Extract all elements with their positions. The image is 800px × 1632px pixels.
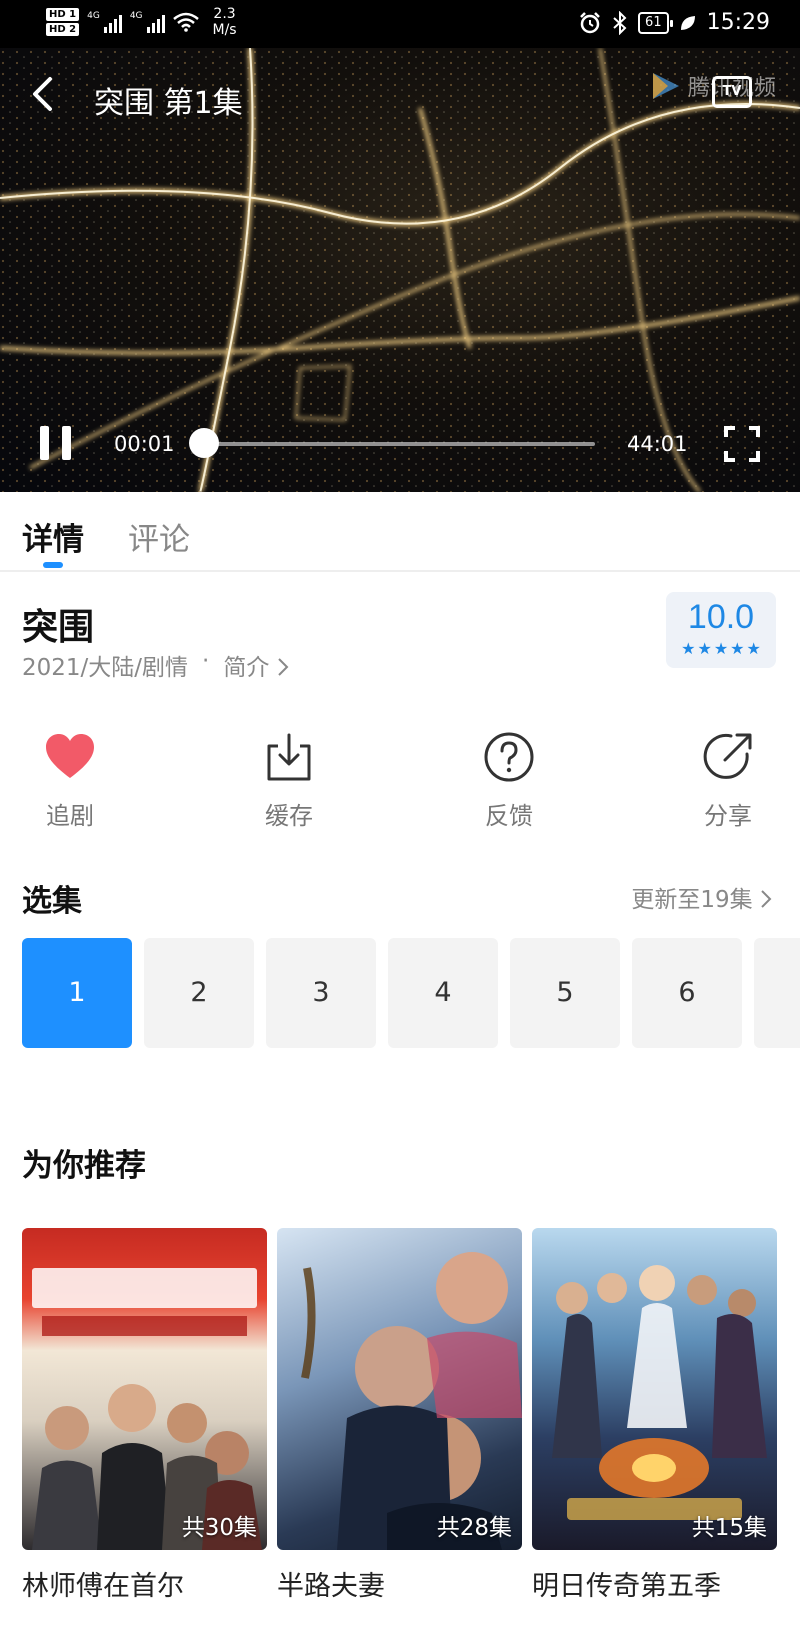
episode-selector: 1 2 3 4 5 6 [22,938,800,1050]
episodes-update-text: 更新至19集 [631,887,753,913]
status-bar: HD 1 HD 2 4G 4G 2.3 M/s 61 15:29 [0,0,800,48]
speed-unit: M/s [212,22,237,38]
recommendation-card[interactable]: 共28集 半路夫妻 [277,1228,522,1603]
star-icon: ★ [713,639,729,658]
progress-knob[interactable] [189,428,219,458]
download-icon [267,733,311,781]
recommendation-title: 明日传奇第五季 [532,1571,721,1602]
video-player[interactable]: 突围 第1集 腾讯视频 TV 00:01 44:01 [0,48,800,492]
back-button[interactable] [30,76,70,116]
battery-icon: 61 [638,11,673,34]
poster-image: 共15集 [532,1228,777,1550]
follow-label: 追剧 [46,802,94,830]
tab-comments[interactable]: 评论 [128,514,190,559]
question-icon [484,732,534,782]
share-icon [703,733,752,779]
network-speed: 2.3 M/s [213,6,237,38]
star-icon: ★ [681,639,696,658]
action-bar: 追剧 缓存 反馈 分享 [0,730,800,830]
fullscreen-button[interactable] [724,426,760,462]
intro-link[interactable]: 简介 [223,648,289,682]
share-label: 分享 [704,802,752,830]
network-type-1: 4G [87,11,100,21]
show-title: 突围 [22,607,95,648]
hd-indicator: HD 1 HD 2 [46,8,80,36]
star-icon: ★ [746,639,761,658]
wifi-icon [172,12,199,32]
rating-score: 10.0 [687,598,755,636]
hd2-badge: HD 2 [46,23,80,36]
hd1-badge: HD 1 [46,8,80,21]
leaf-icon [680,15,695,30]
fullscreen-icon [724,426,760,462]
poster-art [552,1265,767,1520]
episode-count: 共30集 [181,1515,257,1541]
episode-button[interactable]: 3 [266,938,376,1048]
episode-button-partial[interactable] [754,938,800,1048]
current-time: 00:01 [114,432,175,456]
intro-link-label: 简介 [223,655,270,681]
cast-tv-button[interactable]: TV [712,76,752,108]
episode-count: 共28集 [436,1515,512,1541]
recommendations-heading: 为你推荐 [22,1148,146,1184]
meta-separator: · [202,648,210,674]
recommendation-card[interactable]: 共15集 明日传奇第五季 [532,1228,777,1603]
signal-icon: 4G [87,11,122,33]
download-label: 缓存 [265,802,313,830]
episode-button[interactable]: 6 [632,938,742,1048]
speed-value: 2.3 [213,6,236,22]
rating-stars: ★ ★ ★ ★ ★ [666,639,776,658]
alarm-icon [580,11,600,33]
episodes-heading: 选集 [22,884,82,919]
chevron-left-icon [33,77,52,111]
recommendation-title: 林师傅在首尔 [22,1571,184,1602]
chevron-right-icon [761,890,772,908]
content-tabs: 详情 评论 [0,492,800,572]
star-icon: ★ [730,639,745,658]
poster-image: 共30集 [22,1228,267,1550]
episode-button[interactable]: 4 [388,938,498,1048]
active-tab-indicator [43,562,63,568]
video-duration: 44:01 [627,432,688,456]
heart-icon [46,734,94,778]
feedback-label: 反馈 [485,802,533,830]
star-icon: ★ [697,639,712,658]
feedback-button[interactable]: 反馈 [449,730,569,831]
poster-image: 共28集 [277,1228,522,1550]
network-type-2: 4G [129,11,143,21]
poster-art [32,1268,262,1550]
video-title: 突围 第1集 [94,86,243,121]
bluetooth-icon [613,10,627,35]
signal-icon-2: 4G [130,11,165,33]
episode-count: 共15集 [691,1515,767,1541]
download-button[interactable]: 缓存 [229,730,349,831]
show-meta: 2021/大陆/剧情 · 简介 [22,648,289,682]
recommendation-title: 半路夫妻 [277,1571,385,1602]
episode-button[interactable]: 5 [510,938,620,1048]
poster-art [301,1252,522,1550]
tencent-video-logo-icon [653,73,679,99]
episode-button[interactable]: 1 [22,938,132,1048]
clock: 15:29 [706,10,770,35]
episodes-more-link[interactable]: 更新至19集 [631,880,772,914]
progress-track[interactable] [205,442,595,446]
share-button[interactable]: 分享 [668,730,788,831]
tab-details[interactable]: 详情 [22,514,84,559]
rating-badge: 10.0 ★ ★ ★ ★ ★ [666,592,776,668]
episode-button[interactable]: 2 [144,938,254,1048]
show-meta-text: 2021/大陆/剧情 [22,655,189,681]
recommendation-card[interactable]: 共30集 林师傅在首尔 [22,1228,267,1603]
pause-button[interactable] [40,426,74,462]
follow-button[interactable]: 追剧 [10,730,130,831]
chevron-right-icon [277,658,289,676]
